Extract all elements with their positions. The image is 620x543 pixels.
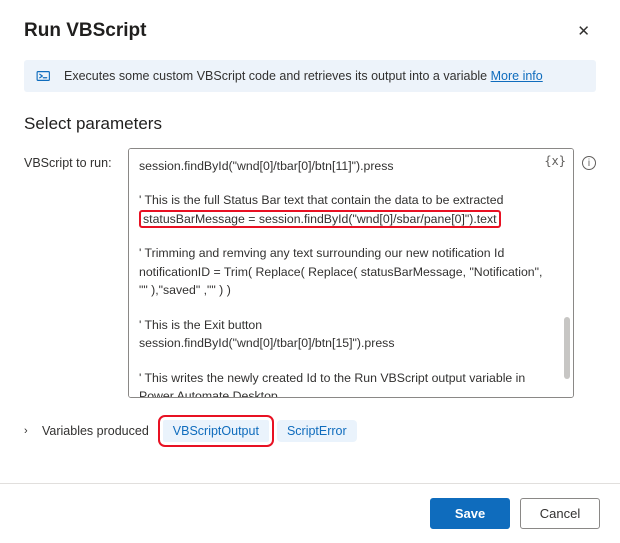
- info-icon[interactable]: i: [582, 156, 596, 170]
- script-icon: [36, 69, 54, 83]
- variables-produced-label: Variables produced: [42, 424, 149, 438]
- close-button[interactable]: ✕: [571, 18, 596, 44]
- code-line: session.findById("wnd[0]/tbar[0]/btn[11]…: [139, 157, 545, 175]
- code-line: ' This is the Exit button: [139, 316, 545, 334]
- variable-picker-button[interactable]: {x}: [544, 154, 566, 168]
- info-text: Executes some custom VBScript code and r…: [64, 69, 543, 83]
- code-line: statusBarMessage = session.findById("wnd…: [139, 210, 545, 228]
- more-info-link[interactable]: More info: [491, 69, 543, 83]
- param-label-vbscript: VBScript to run:: [24, 148, 120, 170]
- dialog-title: Run VBScript: [24, 20, 146, 42]
- chevron-right-icon[interactable]: ›: [24, 425, 34, 437]
- save-button[interactable]: Save: [430, 498, 510, 529]
- code-line: ' Trimming and remving any text surround…: [139, 244, 545, 262]
- code-blank: [139, 353, 545, 369]
- cancel-button[interactable]: Cancel: [520, 498, 600, 529]
- variable-chip-scripterror[interactable]: ScriptError: [277, 420, 357, 442]
- info-text-body: Executes some custom VBScript code and r…: [64, 69, 487, 83]
- dialog-header: Run VBScript ✕: [0, 0, 620, 60]
- variable-chip-vbscriptoutput[interactable]: VBScriptOutput: [163, 420, 269, 442]
- variables-produced-row: › Variables produced VBScriptOutput Scri…: [0, 398, 620, 442]
- code-line: ' This writes the newly created Id to th…: [139, 369, 545, 399]
- dialog-footer: Save Cancel: [0, 483, 620, 543]
- vbscript-code-input[interactable]: session.findById("wnd[0]/tbar[0]/btn[11]…: [128, 148, 574, 398]
- param-row-vbscript: VBScript to run: session.findById("wnd[0…: [0, 148, 620, 398]
- code-line: ' This is the full Status Bar text that …: [139, 191, 545, 209]
- code-line: session.findById("wnd[0]/tbar[0]/btn[15]…: [139, 334, 545, 352]
- section-title: Select parameters: [0, 110, 620, 148]
- info-bar: Executes some custom VBScript code and r…: [24, 60, 596, 92]
- code-blank: [139, 228, 545, 244]
- code-line: notificationID = Trim( Replace( Replace(…: [139, 263, 545, 300]
- code-blank: [139, 300, 545, 316]
- highlight-statusbar-line: statusBarMessage = session.findById("wnd…: [139, 210, 501, 228]
- scrollbar-thumb[interactable]: [564, 317, 570, 379]
- code-blank: [139, 175, 545, 191]
- code-editor-wrap: session.findById("wnd[0]/tbar[0]/btn[11]…: [128, 148, 574, 398]
